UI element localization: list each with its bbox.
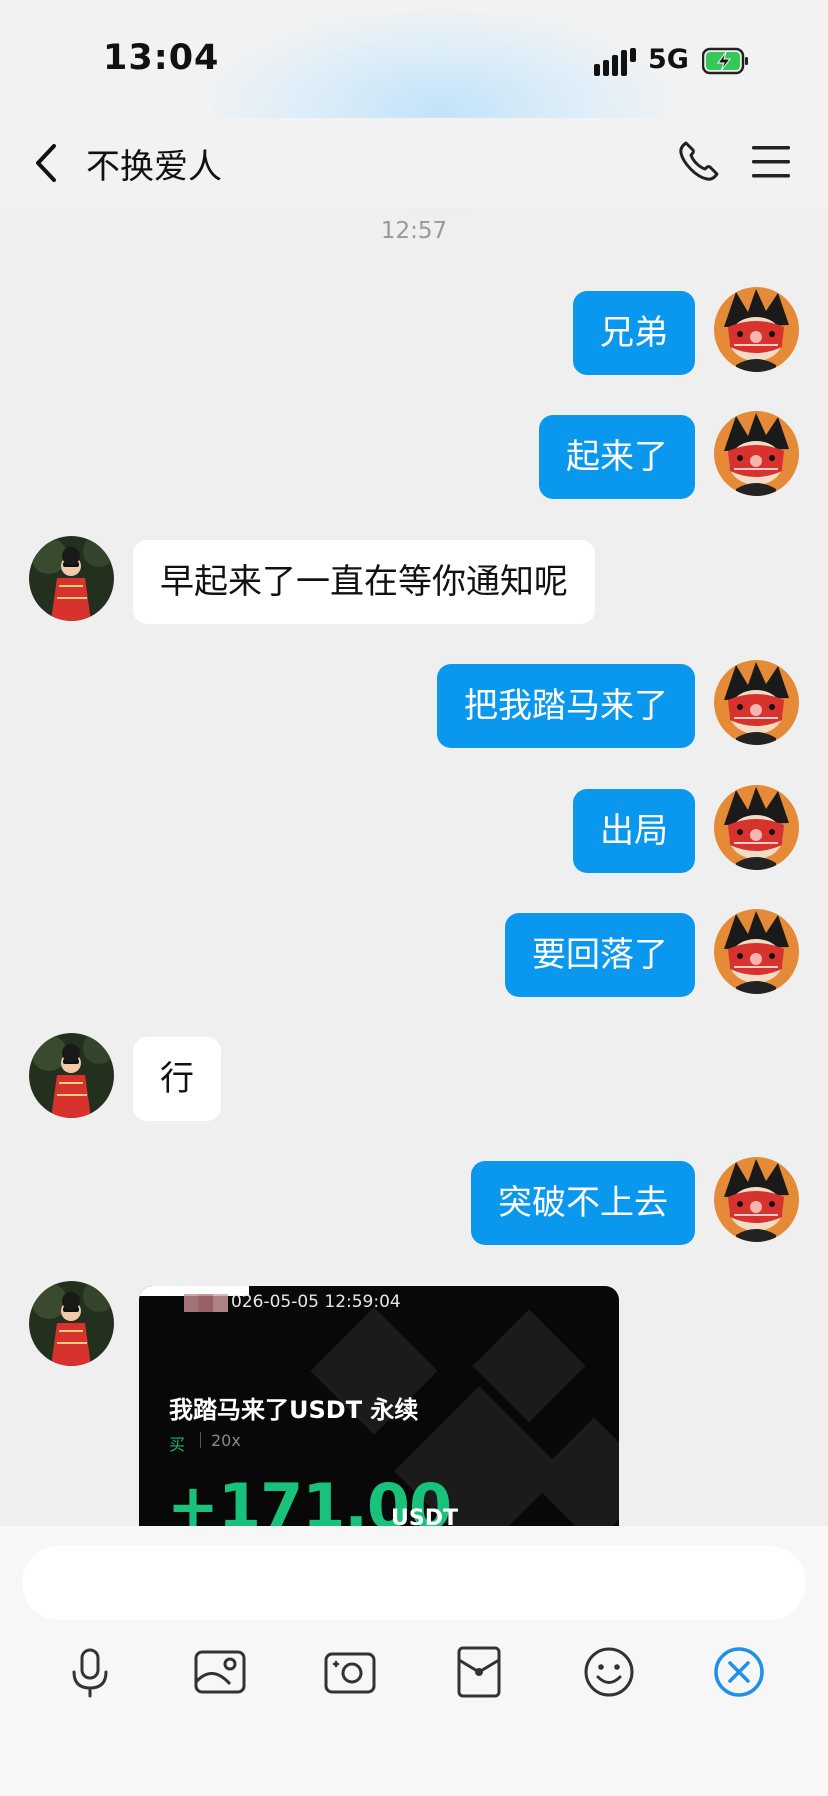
redacted-mosaic <box>184 1294 228 1312</box>
chat-title: 不换爱人 <box>86 147 222 187</box>
status-bar: 13:04 5G <box>0 0 828 210</box>
avatar[interactable] <box>29 536 114 621</box>
message-bubble-incoming[interactable]: 行 <box>133 1037 221 1121</box>
emoji-icon[interactable] <box>581 1644 637 1700</box>
chat-header: 不换爱人 <box>0 118 828 208</box>
signal-icon <box>594 48 636 76</box>
camera-icon[interactable] <box>322 1644 378 1700</box>
message-bubble-outgoing[interactable]: 起来了 <box>539 415 695 499</box>
avatar[interactable] <box>29 1033 114 1118</box>
network-label: 5G <box>648 44 689 75</box>
menu-icon[interactable] <box>750 142 792 182</box>
message-bubble-outgoing[interactable]: 把我踏马来了 <box>437 664 695 748</box>
message-bubble-outgoing[interactable]: 出局 <box>573 789 695 873</box>
message-bubble-outgoing[interactable]: 突破不上去 <box>471 1161 695 1245</box>
message-bubble-outgoing[interactable]: 兄弟 <box>573 291 695 375</box>
card-pair: 我踏马来了USDT 永续 <box>169 1396 419 1424</box>
input-area <box>0 1526 828 1796</box>
message-bubble-outgoing[interactable]: 要回落了 <box>505 913 695 997</box>
divider <box>200 1432 201 1448</box>
red-packet-icon[interactable] <box>451 1644 507 1700</box>
mic-icon[interactable] <box>62 1644 118 1700</box>
decor-diamond <box>530 1417 619 1526</box>
message-input[interactable] <box>22 1546 806 1620</box>
phone-icon[interactable] <box>676 138 722 184</box>
shared-image-card[interactable]: 026-05-05 12:59:04 我踏马来了USDT 永续 买 20x +1… <box>139 1286 619 1526</box>
card-datetime: 026-05-05 12:59:04 <box>231 1292 401 1312</box>
avatar[interactable] <box>714 785 799 870</box>
close-icon[interactable] <box>711 1644 767 1700</box>
avatar[interactable] <box>714 1157 799 1242</box>
card-side: 买 <box>169 1435 186 1454</box>
battery-icon <box>702 47 748 75</box>
back-icon[interactable] <box>28 138 68 188</box>
message-bubble-incoming[interactable]: 早起来了一直在等你通知呢 <box>133 540 595 624</box>
card-unit: USDT <box>391 1506 458 1526</box>
avatar[interactable] <box>714 660 799 745</box>
avatar[interactable] <box>714 287 799 372</box>
chat-timestamp: 12:57 <box>380 218 448 244</box>
card-leverage: 20x <box>211 1431 241 1450</box>
status-time: 13:04 <box>103 38 220 78</box>
avatar[interactable] <box>714 411 799 496</box>
avatar[interactable] <box>714 909 799 994</box>
image-icon[interactable] <box>192 1644 248 1700</box>
avatar[interactable] <box>29 1281 114 1366</box>
